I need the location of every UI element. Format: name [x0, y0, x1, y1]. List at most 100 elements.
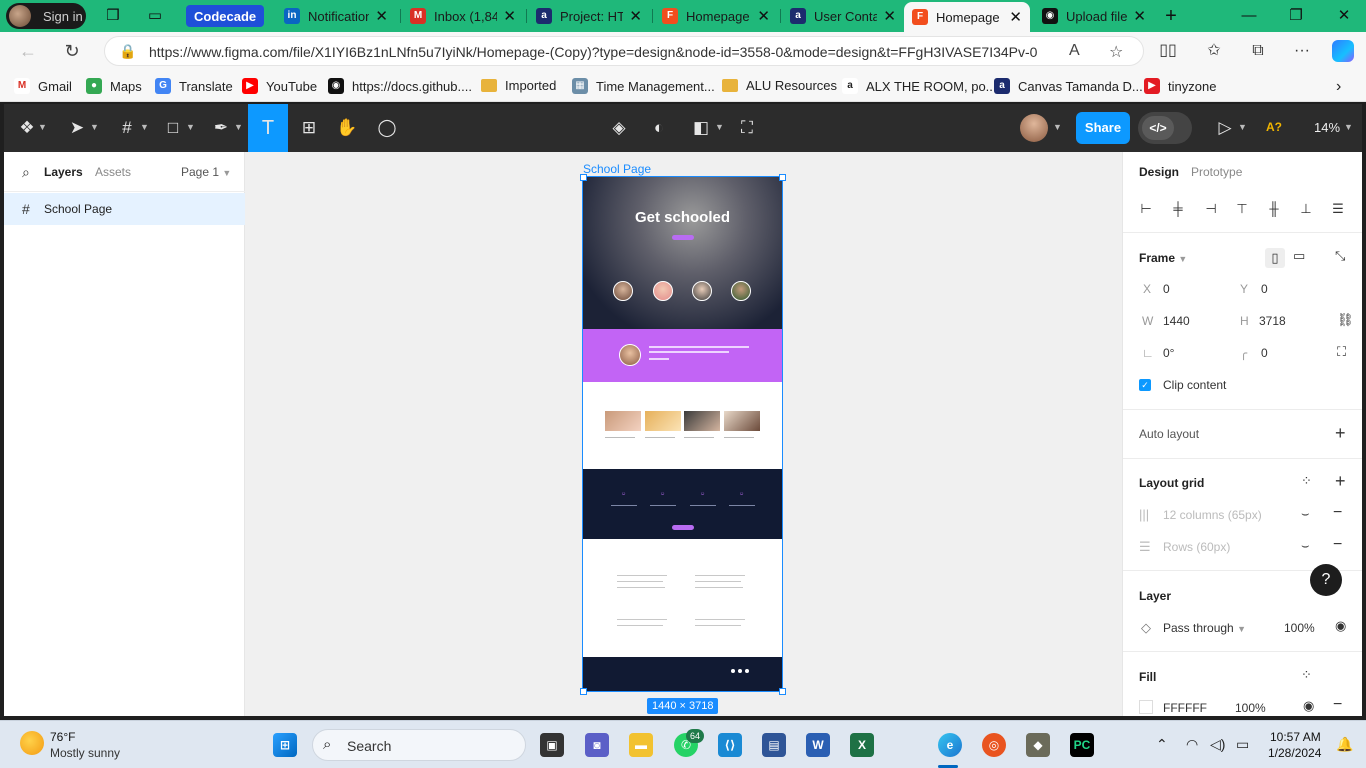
distribute-icon[interactable]: ☰	[1329, 200, 1347, 218]
rows-grid-icon[interactable]: ☰	[1139, 539, 1151, 555]
address-bar[interactable]: 🔒 https://www.figma.com/file/X1IYI6Bz1nL…	[104, 36, 1144, 66]
fill-swatch[interactable]	[1139, 700, 1153, 714]
pycharm-icon[interactable]: PC	[1070, 733, 1094, 757]
volume-icon[interactable]: ◁)	[1210, 736, 1225, 753]
mask-icon[interactable]: ◐	[648, 117, 670, 139]
tab-alx-user[interactable]: a User Conta ✕	[782, 2, 904, 30]
resize-handle[interactable]	[580, 688, 587, 695]
word-icon[interactable]: W	[806, 733, 830, 757]
collections-icon[interactable]: ⧉	[1248, 41, 1268, 61]
portrait-icon[interactable]: ▯	[1265, 248, 1285, 268]
bookmark-canvas[interactable]: a Canvas Tamanda D...	[994, 78, 1143, 94]
bookmark-folder-alu[interactable]: ALU Resources	[722, 78, 837, 93]
read-aloud-icon[interactable]: A	[1069, 42, 1080, 60]
resize-to-fit-icon[interactable]: ⤡	[1335, 248, 1345, 264]
independent-corners-icon[interactable]: ⛶	[1337, 344, 1346, 360]
search-icon[interactable]: ⌕	[22, 164, 30, 181]
ubuntu-icon[interactable]: ◎	[982, 733, 1006, 757]
tab-layers[interactable]: Layers	[44, 165, 83, 179]
align-bottom-icon[interactable]: ⊥	[1297, 200, 1315, 218]
favorite-star-icon[interactable]: ☆	[1109, 42, 1123, 62]
teams-icon[interactable]: ◙	[585, 733, 609, 757]
hand-tool-icon[interactable]: ✋	[336, 117, 358, 139]
profile-button[interactable]: Sign in	[6, 3, 86, 29]
x-field[interactable]: 0	[1163, 282, 1170, 296]
comment-tool-icon[interactable]: ◯	[376, 117, 398, 139]
taskbar-search-box[interactable]: ⌕ Search	[312, 729, 526, 761]
design-canvas[interactable]: School Page Get schooled ☺ ☺ ☺ ☺ 1440 × …	[245, 152, 1122, 716]
new-tab-icon[interactable]: +	[1162, 6, 1180, 26]
zoom-level[interactable]: 14%	[1314, 120, 1340, 135]
fill-hex-field[interactable]: FFFFFF	[1163, 701, 1207, 715]
tab-design[interactable]: Design	[1139, 165, 1179, 179]
frame-tool-icon[interactable]: #	[116, 117, 138, 139]
constrain-proportions-icon[interactable]: ⛓	[1337, 312, 1354, 328]
weather-temperature[interactable]: 76°F	[50, 730, 75, 744]
close-icon[interactable]: ✕	[503, 7, 516, 25]
frame-label[interactable]: School Page	[583, 162, 651, 176]
tab-figma-homepage-active[interactable]: F Homepage ✕	[904, 2, 1030, 32]
close-icon[interactable]: ✕	[1009, 8, 1022, 26]
bookmark-tinyzone[interactable]: ▶ tinyzone	[1144, 78, 1216, 94]
bookmark-youtube[interactable]: ▶ YouTube	[242, 78, 317, 94]
blend-mode-select[interactable]: Pass through ▼	[1163, 621, 1246, 635]
restore-icon[interactable]: ❐	[1287, 7, 1305, 25]
edge-icon[interactable]: e	[938, 733, 962, 757]
chevron-right-icon[interactable]: ›	[1336, 78, 1341, 96]
favorites-icon[interactable]: ✩	[1204, 41, 1224, 61]
bookmark-folder-imported[interactable]: Imported	[481, 78, 556, 93]
resize-handle[interactable]	[779, 174, 786, 181]
more-menu-icon[interactable]: ···	[1292, 41, 1312, 61]
gimp-icon[interactable]: ◆	[1026, 733, 1050, 757]
chevron-up-icon[interactable]: ⌃	[1156, 736, 1168, 753]
remove-icon[interactable]: −	[1333, 504, 1342, 522]
crop-icon[interactable]: ⛶	[736, 117, 758, 139]
task-view-icon[interactable]: ▣	[540, 733, 564, 757]
wifi-icon[interactable]: ◠	[1186, 736, 1198, 753]
w-field[interactable]: 1440	[1163, 314, 1190, 328]
component-icon[interactable]: ◈	[608, 117, 630, 139]
bookmark-time-management[interactable]: ▦ Time Management...	[572, 78, 715, 94]
vscode-icon[interactable]: ⟨⟩	[718, 733, 742, 757]
dev-mode-toggle[interactable]: </>	[1138, 112, 1192, 144]
radius-field[interactable]: 0	[1261, 346, 1268, 360]
resources-icon[interactable]: ⊞	[298, 117, 320, 139]
frame-header[interactable]: Frame ▼	[1139, 251, 1187, 265]
store-icon[interactable]: ▤	[762, 733, 786, 757]
close-icon[interactable]: ✕	[629, 7, 642, 25]
file-explorer-icon[interactable]: ▬	[629, 733, 653, 757]
y-field[interactable]: 0	[1261, 282, 1268, 296]
resize-handle[interactable]	[580, 174, 587, 181]
bookmark-translate[interactable]: G Translate	[155, 78, 233, 94]
workspaces-icon[interactable]: ❒	[104, 7, 122, 25]
text-tool-icon[interactable]: T	[257, 117, 279, 139]
align-left-icon[interactable]: ⊢	[1137, 200, 1155, 218]
remove-icon[interactable]: −	[1333, 536, 1342, 554]
figma-menu-icon[interactable]: ❖	[16, 117, 38, 139]
tab-github-upload[interactable]: ◉ Upload file ✕	[1034, 2, 1154, 30]
add-auto-layout-icon[interactable]: +	[1335, 423, 1346, 444]
rotation-field[interactable]: 0°	[1163, 346, 1174, 360]
rectangle-tool-icon[interactable]: □	[162, 117, 184, 139]
hidden-eye-icon[interactable]: ⌣	[1301, 506, 1310, 522]
notification-bell-icon[interactable]: 🔔	[1336, 736, 1353, 753]
remove-icon[interactable]: −	[1333, 696, 1342, 714]
resize-handle[interactable]	[779, 688, 786, 695]
align-top-icon[interactable]: ⊤	[1233, 200, 1251, 218]
split-screen-icon[interactable]: ▯▯	[1158, 41, 1178, 61]
tab-alx-project[interactable]: a Project: HT ✕	[528, 2, 650, 30]
close-icon[interactable]: ✕	[883, 7, 896, 25]
tab-figma-homepage[interactable]: F Homepage ✕	[654, 2, 778, 30]
excel-icon[interactable]: X	[850, 733, 874, 757]
bookmark-maps[interactable]: ● Maps	[86, 78, 142, 94]
bookmark-alx-room[interactable]: a ALX THE ROOM, po...	[842, 78, 997, 94]
refresh-icon[interactable]: ↻	[62, 41, 82, 61]
help-button[interactable]: ?	[1310, 564, 1342, 596]
hidden-eye-icon[interactable]: ⌣	[1301, 538, 1310, 554]
align-horizontal-center-icon[interactable]: ╪	[1169, 200, 1187, 218]
clock-date[interactable]: 1/28/2024	[1268, 746, 1321, 760]
bookmark-github-docs[interactable]: ◉ https://docs.github....	[328, 78, 472, 94]
clock-time[interactable]: 10:57 AM	[1270, 730, 1321, 744]
layer-row-school-page[interactable]: # School Page	[4, 193, 245, 225]
missing-fonts-warning[interactable]: A?	[1266, 120, 1282, 134]
